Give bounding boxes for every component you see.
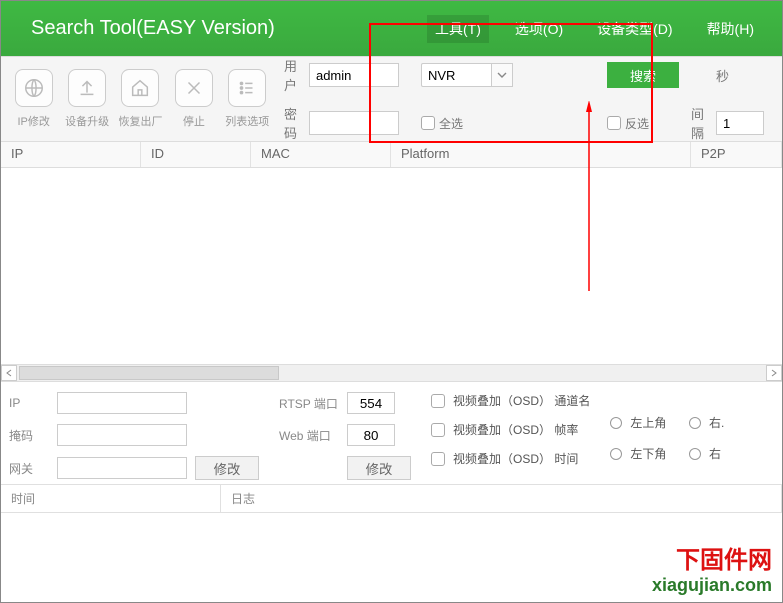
col-id[interactable]: ID [141, 142, 251, 167]
mask-input[interactable] [57, 424, 187, 446]
gateway-label: 网关 [9, 460, 49, 477]
table-body[interactable] [1, 168, 782, 364]
scroll-right-icon[interactable] [766, 365, 782, 381]
title-bar: Search Tool(EASY Version) 工具(T) 选项(O) 设备… [1, 1, 782, 56]
checkbox-icon[interactable] [421, 116, 435, 130]
rtsp-input[interactable] [347, 392, 395, 414]
tool-factory-reset[interactable]: 恢复出厂 [114, 69, 167, 129]
checkbox-icon[interactable] [431, 452, 445, 466]
scroll-track[interactable] [17, 366, 766, 380]
tool-list-options[interactable]: 列表选项 [221, 69, 274, 129]
watermark: 下固件网 xiagujian.com [652, 540, 772, 596]
web-input[interactable] [347, 424, 395, 446]
menu-help[interactable]: 帮助(H) [699, 15, 762, 43]
scroll-left-icon[interactable] [1, 365, 17, 381]
radio-bottom-left[interactable] [610, 448, 622, 460]
menu-tools[interactable]: 工具(T) [427, 15, 489, 43]
radio-top-right[interactable] [689, 417, 701, 429]
device-type-combo[interactable] [421, 63, 513, 87]
toolbar: IP修改 设备升级 恢复出厂 停止 列表选项 用户 搜 [1, 56, 782, 142]
bottom-panel: IP 掩码 网关 修改 RTSP 端口 Web 端口 修改 视频叠加（OSD） 通… [1, 382, 782, 485]
horizontal-scrollbar[interactable] [1, 364, 782, 382]
modify-net-button[interactable]: 修改 [195, 456, 259, 480]
app-title: Search Tool(EASY Version) [31, 17, 275, 40]
device-type-input[interactable] [421, 63, 491, 87]
chevron-down-icon[interactable] [491, 63, 513, 87]
ip-label: IP [9, 396, 49, 410]
ip-input[interactable] [57, 392, 187, 414]
main-menu: 工具(T) 选项(O) 设备类型(D) 帮助(H) [427, 15, 762, 43]
upload-icon [68, 69, 106, 107]
log-time-col[interactable]: 时间 [1, 485, 221, 512]
seconds-label: 秒 [716, 66, 764, 85]
radio-top-left[interactable] [610, 417, 622, 429]
tool-device-upgrade[interactable]: 设备升级 [60, 69, 113, 129]
search-form: 用户 搜索 秒 密码 全选 反选 间隔 [284, 56, 776, 142]
rtsp-label: RTSP 端口 [279, 395, 339, 412]
interval-label: 间隔 [691, 104, 704, 142]
web-label: Web 端口 [279, 427, 339, 444]
col-ip[interactable]: IP [1, 142, 141, 167]
pass-input[interactable] [309, 111, 399, 135]
osd-time-check[interactable]: 视频叠加（OSD） 时间 [431, 450, 590, 467]
col-mac[interactable]: MAC [251, 142, 391, 167]
home-icon [121, 69, 159, 107]
scroll-thumb[interactable] [19, 366, 279, 380]
log-header: 时间 日志 [1, 485, 782, 513]
osd-channel-check[interactable]: 视频叠加（OSD） 通道名 [431, 392, 590, 409]
col-platform[interactable]: Platform [391, 142, 691, 167]
checkbox-icon[interactable] [607, 116, 621, 130]
modify-port-button[interactable]: 修改 [347, 456, 411, 480]
checkbox-icon[interactable] [431, 423, 445, 437]
interval-input[interactable] [716, 111, 764, 135]
close-icon [175, 69, 213, 107]
mask-label: 掩码 [9, 427, 49, 444]
osd-fps-check[interactable]: 视频叠加（OSD） 帧率 [431, 421, 590, 438]
checkbox-icon[interactable] [431, 394, 445, 408]
user-label: 用户 [284, 56, 297, 94]
invert-select-check[interactable]: 反选 [607, 115, 679, 132]
radio-bottom-right[interactable] [689, 448, 701, 460]
table-header: IP ID MAC Platform P2P [1, 142, 782, 168]
user-input[interactable] [309, 63, 399, 87]
log-log-col[interactable]: 日志 [221, 485, 782, 512]
globe-icon [15, 69, 53, 107]
tool-stop[interactable]: 停止 [167, 69, 220, 129]
col-p2p[interactable]: P2P [691, 142, 782, 167]
tool-ip-modify[interactable]: IP修改 [7, 69, 60, 129]
select-all-check[interactable]: 全选 [421, 115, 513, 132]
list-icon [228, 69, 266, 107]
menu-device-type[interactable]: 设备类型(D) [589, 15, 680, 43]
search-button[interactable]: 搜索 [607, 62, 679, 88]
gateway-input[interactable] [57, 457, 187, 479]
pass-label: 密码 [284, 104, 297, 142]
menu-options[interactable]: 选项(O) [507, 15, 571, 43]
